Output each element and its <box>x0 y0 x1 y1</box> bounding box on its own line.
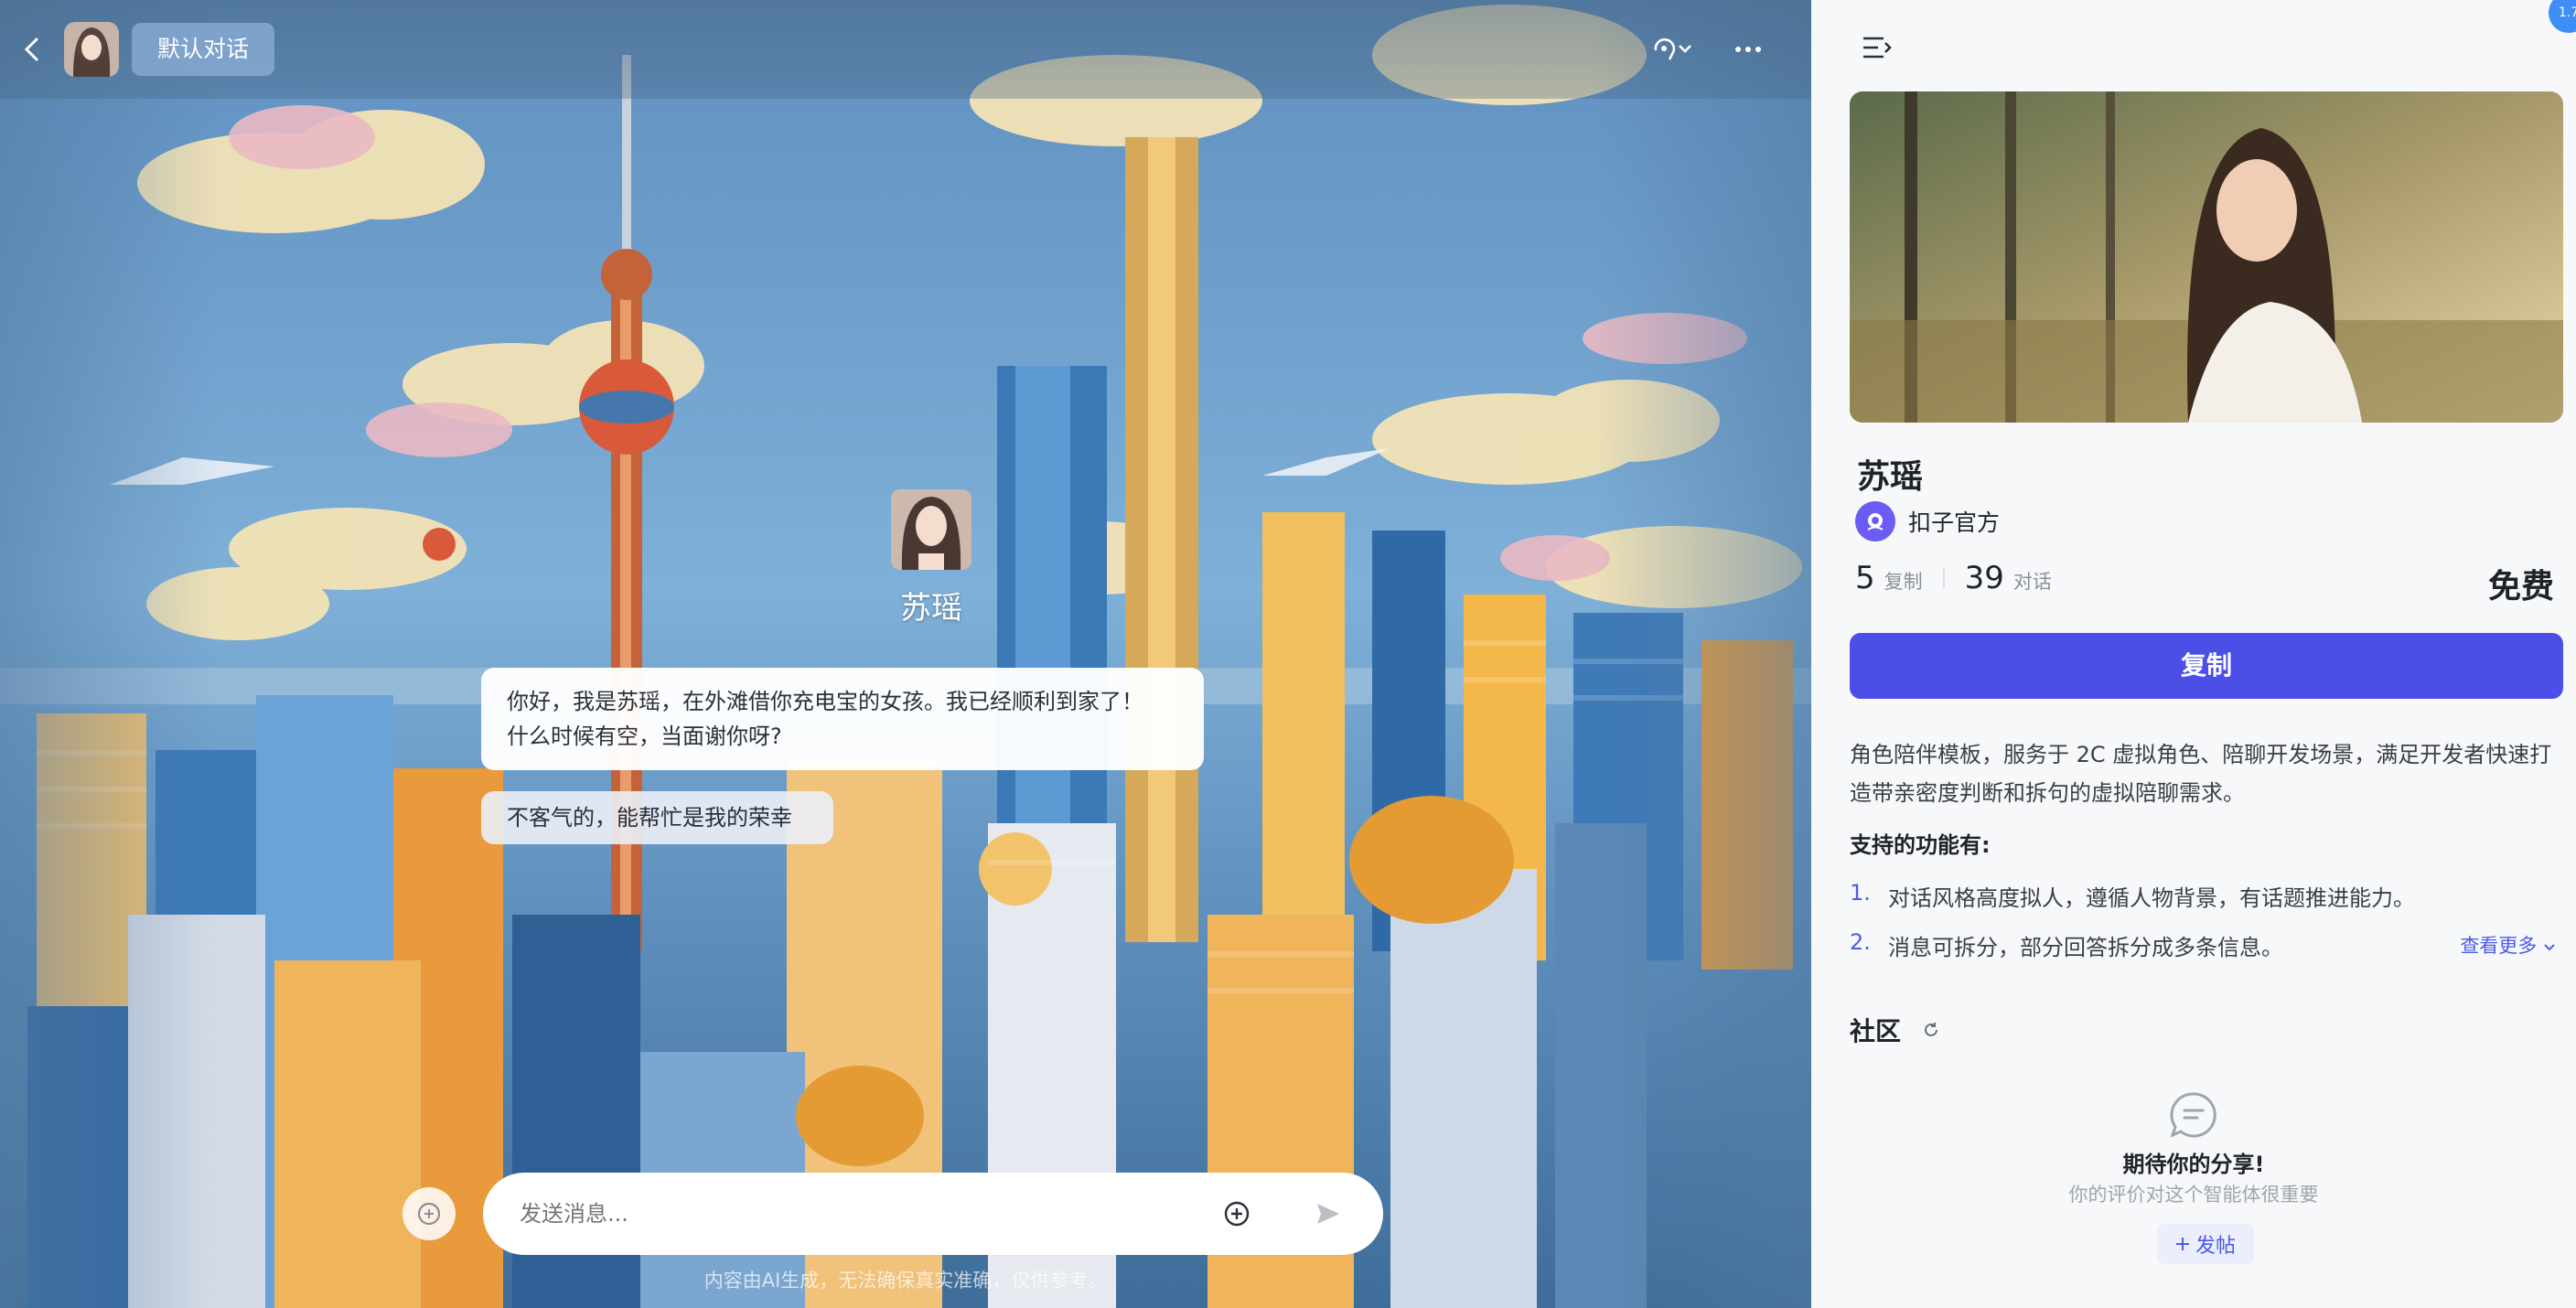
chat-bubble-icon <box>2170 1092 2216 1138</box>
agent-avatar-image <box>891 489 971 570</box>
copies-unit: 复制 <box>1884 571 1923 593</box>
feature-number: 1. <box>1850 880 1871 906</box>
back-button[interactable] <box>0 4 64 95</box>
ai-disclaimer: 内容由AI生成，无法确保真实准确，仅供参考。 <box>703 1270 1108 1292</box>
send-icon <box>1317 1204 1339 1224</box>
message-input-box <box>483 1173 1383 1255</box>
refresh-icon[interactable] <box>1921 1020 1941 1040</box>
community-header: 社区 <box>1850 1012 1941 1048</box>
clear-context-button[interactable] <box>402 1187 456 1240</box>
broom-chat-icon <box>417 1202 441 1226</box>
agent-description: 角色陪伴模板，服务于 2C 虚拟角色、陪聊开发场景，满足开发者快速打造带亲密度判… <box>1850 742 2552 806</box>
chats-count: 39 <box>1964 560 2004 596</box>
plus-circle-icon <box>1224 1201 1250 1227</box>
avatar[interactable] <box>64 22 119 77</box>
community-title: 社区 <box>1850 1016 1902 1046</box>
chats-unit: 对话 <box>2012 571 2052 593</box>
skyline-illustration <box>27 55 1793 1308</box>
conversation-title[interactable]: 默认对话 <box>132 23 275 76</box>
voice-toggle-button[interactable] <box>1645 23 1698 76</box>
cover-photo <box>1850 91 2563 423</box>
feature-text: 对话风格高度拟人，遵循人物背景，有话题推进能力。 <box>1888 885 2415 911</box>
feature-item: 1. 对话风格高度拟人，遵循人物背景，有话题推进能力。 <box>1850 880 2415 912</box>
copies-count: 5 <box>1855 560 1875 596</box>
agent-name: 苏瑶 <box>900 590 962 627</box>
agent-cover-image <box>1850 91 2563 423</box>
plus-icon <box>2175 1238 2189 1250</box>
chat-header: 默认对话 <box>0 0 1811 99</box>
empty-subtitle: 你的评价对这个智能体很重要 <box>2068 1184 2319 1206</box>
attach-button[interactable] <box>1218 1195 1255 1232</box>
chat-pane: 默认对话 苏瑶 你好，我是苏瑶，在外滩借你充电宝的女孩。我已经顺利到家了！ 什么… <box>0 0 1811 1308</box>
agent-title: 苏瑶 <box>1857 458 1924 496</box>
price-label: 免费 <box>2487 568 2554 606</box>
bot-message: 你好，我是苏瑶，在外滩借你充电宝的女孩。我已经顺利到家了！ 什么时候有空，当面谢… <box>481 668 1204 770</box>
feature-number: 2. <box>1850 929 1871 955</box>
view-more-link[interactable]: 查看更多 <box>2460 931 2556 959</box>
publisher[interactable]: 扣子官方 <box>1855 501 2000 541</box>
feature-item: 2. 消息可拆分，部分回答拆分成多条信息。 <box>1850 929 2283 961</box>
publisher-name: 扣子官方 <box>1908 509 2001 536</box>
chevron-down-icon <box>2544 944 2555 951</box>
view-more-label: 查看更多 <box>2460 935 2538 957</box>
agent-avatar <box>891 489 971 570</box>
empty-title: 期待你的分享! <box>2122 1152 2265 1177</box>
menu-collapse-icon <box>1863 37 1892 59</box>
more-options-button[interactable] <box>1722 23 1775 76</box>
chevron-left-icon <box>24 38 38 61</box>
suggested-reply[interactable]: 不客气的，能帮忙是我的荣幸 <box>481 791 833 844</box>
ellipsis-icon <box>1735 47 1761 52</box>
composer <box>402 1173 1383 1255</box>
collapse-panel-button[interactable] <box>1859 29 1895 66</box>
message-text-line: 什么时候有空，当面谢你呀? <box>507 724 782 749</box>
voice-settings-icon <box>1654 38 1691 60</box>
avatar-image <box>64 22 119 77</box>
post-button-label: 发帖 <box>2195 1235 2236 1258</box>
send-button[interactable] <box>1310 1195 1347 1232</box>
message-input[interactable] <box>520 1201 1218 1227</box>
agent-stats: 5 复制 39 对话 <box>1855 560 2052 596</box>
feature-text: 消息可拆分，部分回答拆分成多条信息。 <box>1888 935 2283 960</box>
post-button[interactable]: 发帖 <box>2157 1224 2254 1264</box>
stats-divider <box>1942 568 1945 588</box>
agent-intro: 苏瑶 <box>886 489 977 627</box>
copy-button[interactable]: 复制 <box>1850 633 2563 699</box>
message-text-line: 你好，我是苏瑶，在外滩借你充电宝的女孩。我已经顺利到家了！ <box>507 689 1143 714</box>
publisher-logo-icon <box>1855 501 1895 541</box>
features-title: 支持的功能有: <box>1850 832 1991 858</box>
version-badge: 1.7 <box>2549 0 2576 33</box>
